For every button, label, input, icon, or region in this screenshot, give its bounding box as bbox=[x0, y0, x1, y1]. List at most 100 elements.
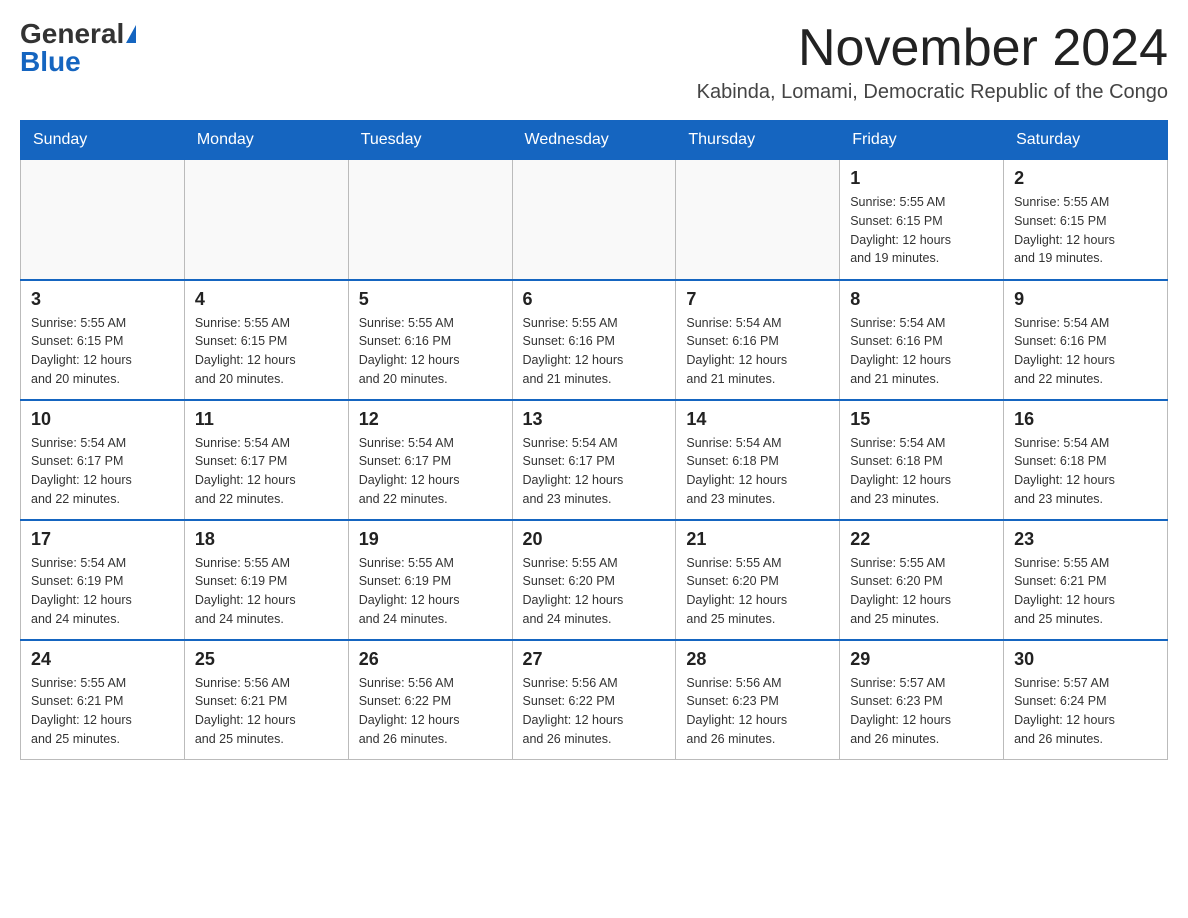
calendar-cell bbox=[184, 160, 348, 280]
day-number: 30 bbox=[1014, 649, 1157, 670]
day-info: Sunrise: 5:54 AMSunset: 6:17 PMDaylight:… bbox=[31, 434, 174, 509]
calendar-cell: 3 Sunrise: 5:55 AMSunset: 6:15 PMDaylight… bbox=[21, 280, 185, 400]
day-number: 2 bbox=[1014, 168, 1157, 189]
day-info: Sunrise: 5:54 AMSunset: 6:16 PMDaylight:… bbox=[686, 314, 829, 389]
day-number: 15 bbox=[850, 409, 993, 430]
calendar-cell: 1 Sunrise: 5:55 AMSunset: 6:15 PMDaylight… bbox=[840, 160, 1004, 280]
header-day-sunday: Sunday bbox=[21, 121, 185, 160]
calendar-cell: 22Sunrise: 5:55 AMSunset: 6:20 PMDayligh… bbox=[840, 520, 1004, 640]
calendar-cell: 21Sunrise: 5:55 AMSunset: 6:20 PMDayligh… bbox=[676, 520, 840, 640]
day-info: Sunrise: 5:56 AMSunset: 6:23 PMDaylight:… bbox=[686, 674, 829, 749]
day-number: 3 bbox=[31, 289, 174, 310]
day-number: 17 bbox=[31, 529, 174, 550]
day-info: Sunrise: 5:55 AMSunset: 6:21 PMDaylight:… bbox=[1014, 554, 1157, 629]
calendar-cell: 27 Sunrise: 5:56 AMSunset: 6:22 PMDayligh… bbox=[512, 640, 676, 760]
day-number: 24 bbox=[31, 649, 174, 670]
header-day-tuesday: Tuesday bbox=[348, 121, 512, 160]
week-row-4: 24 Sunrise: 5:55 AMSunset: 6:21 PMDayligh… bbox=[21, 640, 1168, 760]
day-info: Sunrise: 5:54 AMSunset: 6:18 PMDaylight:… bbox=[686, 434, 829, 509]
calendar-cell: 4 Sunrise: 5:55 AMSunset: 6:15 PMDaylight… bbox=[184, 280, 348, 400]
header: General Blue November 2024 Kabinda, Loma… bbox=[20, 20, 1168, 104]
calendar-cell: 9Sunrise: 5:54 AMSunset: 6:16 PMDaylight… bbox=[1004, 280, 1168, 400]
day-number: 21 bbox=[686, 529, 829, 550]
calendar-cell: 29 Sunrise: 5:57 AMSunset: 6:23 PMDayligh… bbox=[840, 640, 1004, 760]
day-number: 29 bbox=[850, 649, 993, 670]
day-info: Sunrise: 5:57 AMSunset: 6:24 PMDaylight:… bbox=[1014, 674, 1157, 749]
day-info: Sunrise: 5:54 AMSunset: 6:17 PMDaylight:… bbox=[523, 434, 666, 509]
week-row-3: 17 Sunrise: 5:54 AMSunset: 6:19 PMDayligh… bbox=[21, 520, 1168, 640]
calendar-cell: 26 Sunrise: 5:56 AMSunset: 6:22 PMDayligh… bbox=[348, 640, 512, 760]
day-info: Sunrise: 5:55 AMSunset: 6:15 PMDaylight:… bbox=[850, 193, 993, 268]
day-info: Sunrise: 5:55 AMSunset: 6:15 PMDaylight:… bbox=[195, 314, 338, 389]
month-title: November 2024 bbox=[697, 20, 1168, 77]
day-info: Sunrise: 5:57 AMSunset: 6:23 PMDaylight:… bbox=[850, 674, 993, 749]
header-day-saturday: Saturday bbox=[1004, 121, 1168, 160]
location-title: Kabinda, Lomami, Democratic Republic of … bbox=[697, 81, 1168, 104]
day-info: Sunrise: 5:56 AMSunset: 6:22 PMDaylight:… bbox=[359, 674, 502, 749]
calendar-cell: 15Sunrise: 5:54 AMSunset: 6:18 PMDayligh… bbox=[840, 400, 1004, 520]
logo: General Blue bbox=[20, 20, 136, 76]
header-day-friday: Friday bbox=[840, 121, 1004, 160]
day-info: Sunrise: 5:54 AMSunset: 6:18 PMDaylight:… bbox=[1014, 434, 1157, 509]
calendar-cell: 7 Sunrise: 5:54 AMSunset: 6:16 PMDaylight… bbox=[676, 280, 840, 400]
calendar-cell: 24 Sunrise: 5:55 AMSunset: 6:21 PMDayligh… bbox=[21, 640, 185, 760]
calendar-cell: 11 Sunrise: 5:54 AMSunset: 6:17 PMDayligh… bbox=[184, 400, 348, 520]
day-number: 22 bbox=[850, 529, 993, 550]
title-section: November 2024 Kabinda, Lomami, Democrati… bbox=[697, 20, 1168, 104]
header-day-thursday: Thursday bbox=[676, 121, 840, 160]
day-info: Sunrise: 5:55 AMSunset: 6:20 PMDaylight:… bbox=[523, 554, 666, 629]
day-number: 10 bbox=[31, 409, 174, 430]
calendar-cell bbox=[512, 160, 676, 280]
day-info: Sunrise: 5:55 AMSunset: 6:21 PMDaylight:… bbox=[31, 674, 174, 749]
day-info: Sunrise: 5:54 AMSunset: 6:17 PMDaylight:… bbox=[359, 434, 502, 509]
day-number: 26 bbox=[359, 649, 502, 670]
week-row-1: 3 Sunrise: 5:55 AMSunset: 6:15 PMDaylight… bbox=[21, 280, 1168, 400]
day-info: Sunrise: 5:56 AMSunset: 6:22 PMDaylight:… bbox=[523, 674, 666, 749]
day-info: Sunrise: 5:54 AMSunset: 6:16 PMDaylight:… bbox=[850, 314, 993, 389]
day-number: 5 bbox=[359, 289, 502, 310]
calendar-cell: 13 Sunrise: 5:54 AMSunset: 6:17 PMDayligh… bbox=[512, 400, 676, 520]
day-info: Sunrise: 5:54 AMSunset: 6:17 PMDaylight:… bbox=[195, 434, 338, 509]
calendar-cell: 6 Sunrise: 5:55 AMSunset: 6:16 PMDaylight… bbox=[512, 280, 676, 400]
calendar-cell: 17 Sunrise: 5:54 AMSunset: 6:19 PMDayligh… bbox=[21, 520, 185, 640]
calendar-cell: 28 Sunrise: 5:56 AMSunset: 6:23 PMDayligh… bbox=[676, 640, 840, 760]
calendar-cell: 19Sunrise: 5:55 AMSunset: 6:19 PMDayligh… bbox=[348, 520, 512, 640]
day-number: 8 bbox=[850, 289, 993, 310]
day-info: Sunrise: 5:55 AMSunset: 6:15 PMDaylight:… bbox=[31, 314, 174, 389]
day-info: Sunrise: 5:55 AMSunset: 6:19 PMDaylight:… bbox=[195, 554, 338, 629]
calendar-cell: 14 Sunrise: 5:54 AMSunset: 6:18 PMDayligh… bbox=[676, 400, 840, 520]
header-day-monday: Monday bbox=[184, 121, 348, 160]
day-number: 23 bbox=[1014, 529, 1157, 550]
header-row: SundayMondayTuesdayWednesdayThursdayFrid… bbox=[21, 121, 1168, 160]
day-number: 11 bbox=[195, 409, 338, 430]
week-row-2: 10 Sunrise: 5:54 AMSunset: 6:17 PMDayligh… bbox=[21, 400, 1168, 520]
day-number: 7 bbox=[686, 289, 829, 310]
day-info: Sunrise: 5:55 AMSunset: 6:19 PMDaylight:… bbox=[359, 554, 502, 629]
day-number: 4 bbox=[195, 289, 338, 310]
day-number: 16 bbox=[1014, 409, 1157, 430]
day-info: Sunrise: 5:54 AMSunset: 6:16 PMDaylight:… bbox=[1014, 314, 1157, 389]
calendar-cell: 18Sunrise: 5:55 AMSunset: 6:19 PMDayligh… bbox=[184, 520, 348, 640]
calendar-cell: 2Sunrise: 5:55 AMSunset: 6:15 PMDaylight… bbox=[1004, 160, 1168, 280]
logo-general-text: General bbox=[20, 20, 124, 48]
calendar-cell: 25 Sunrise: 5:56 AMSunset: 6:21 PMDayligh… bbox=[184, 640, 348, 760]
day-number: 20 bbox=[523, 529, 666, 550]
day-number: 13 bbox=[523, 409, 666, 430]
day-info: Sunrise: 5:55 AMSunset: 6:16 PMDaylight:… bbox=[523, 314, 666, 389]
day-info: Sunrise: 5:56 AMSunset: 6:21 PMDaylight:… bbox=[195, 674, 338, 749]
calendar-cell bbox=[676, 160, 840, 280]
day-info: Sunrise: 5:54 AMSunset: 6:19 PMDaylight:… bbox=[31, 554, 174, 629]
calendar-cell: 30 Sunrise: 5:57 AMSunset: 6:24 PMDayligh… bbox=[1004, 640, 1168, 760]
calendar-cell: 12Sunrise: 5:54 AMSunset: 6:17 PMDayligh… bbox=[348, 400, 512, 520]
calendar-cell: 20 Sunrise: 5:55 AMSunset: 6:20 PMDayligh… bbox=[512, 520, 676, 640]
calendar-cell: 5Sunrise: 5:55 AMSunset: 6:16 PMDaylight… bbox=[348, 280, 512, 400]
day-number: 1 bbox=[850, 168, 993, 189]
calendar-table: SundayMondayTuesdayWednesdayThursdayFrid… bbox=[20, 120, 1168, 760]
day-number: 27 bbox=[523, 649, 666, 670]
calendar-cell: 8 Sunrise: 5:54 AMSunset: 6:16 PMDaylight… bbox=[840, 280, 1004, 400]
day-number: 28 bbox=[686, 649, 829, 670]
logo-blue-text: Blue bbox=[20, 46, 81, 77]
day-number: 14 bbox=[686, 409, 829, 430]
day-number: 6 bbox=[523, 289, 666, 310]
day-number: 25 bbox=[195, 649, 338, 670]
